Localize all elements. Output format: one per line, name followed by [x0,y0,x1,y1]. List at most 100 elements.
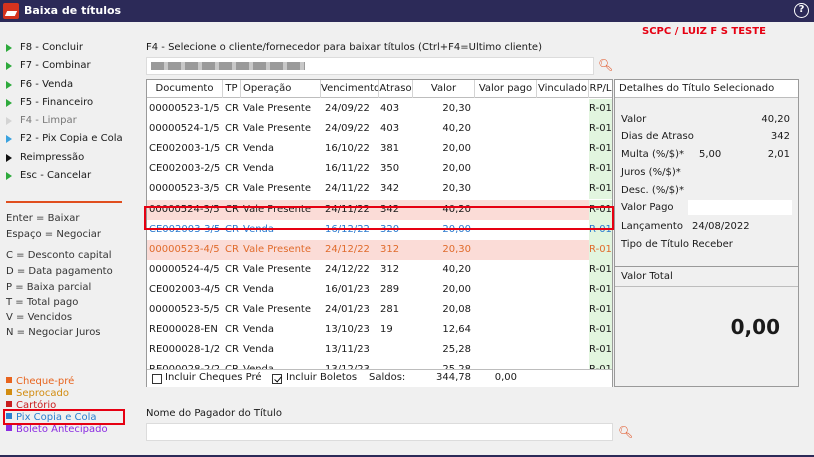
table-row[interactable]: 00000523-1/5 CR Vale Presente 24/09/22 403 20… [147,99,612,119]
detail-dias-label: Dias de Atraso [621,131,694,142]
arrow-icon [6,44,12,52]
cell-vinc [537,159,587,179]
cell-atraso: 289 [380,283,400,295]
col-atraso[interactable]: Atraso [379,80,413,98]
menu-item-venda[interactable]: F6 - Venda [6,76,136,94]
cell-vinc [537,260,587,280]
shortcut-c: C = Desconto capital [6,250,112,261]
cell-valor: 20,08 [442,304,471,315]
legend-cheque-pre: Cheque-pré [6,376,74,387]
legend-seprocado: Seprocado [6,388,69,399]
detail-lancamento: 24/08/2022 [692,221,750,232]
valor-pago-input[interactable] [688,200,792,215]
cell-atraso [380,340,413,360]
col-documento[interactable]: Documento [147,80,223,98]
table-row[interactable]: CE002003-4/5 CR Venda 16/01/23 289 20,00 R-01 [147,279,612,300]
detail-desc-label: Desc. (%/$)* [621,185,684,196]
incluir-boletos-checkbox[interactable] [272,374,282,384]
col-operacao[interactable]: Operação [241,80,321,98]
client-search-input[interactable] [146,57,594,75]
col-valor[interactable]: Valor [413,80,475,98]
titles-table: Documento TP Operação Vencimento Atraso … [146,79,613,387]
cell-rp: R-01 [589,279,612,300]
cell-tp: CR [225,243,239,255]
incluir-cheques-label[interactable]: Incluir Cheques Pré [165,372,262,383]
cell-op: Venda [243,163,275,175]
table-row[interactable]: 00000523-3/5 CR Vale Presente 24/11/22 342 20… [147,179,612,200]
menu-item-combinar[interactable]: F7 - Combinar [6,57,136,75]
legend-swatch [6,389,12,395]
cell-doc: 00000524-4/5 [149,263,220,275]
table-row[interactable]: RE000028-1/2 CR Venda 13/11/23 25,28 R-01 [147,340,612,361]
cell-tp: CR [225,324,239,336]
cell-atraso: 381 [380,143,400,155]
table-row[interactable]: 00000523-4/5 CR Vale Presente 24/12/22 312 20… [147,239,612,260]
payer-name-input[interactable] [146,423,613,441]
cell-pago [475,280,533,300]
cell-atraso: 281 [380,304,400,315]
saldos-label: Saldos: [369,372,406,383]
table-row[interactable]: 00000524-4/5 CR Vale Presente 24/12/22 312 40… [147,259,612,280]
cell-op: Vale Presente [243,123,311,135]
table-row[interactable]: CE002003-1/5 CR Venda 16/10/22 381 20,00 R-01 [147,139,612,160]
cell-tp: CR [225,123,239,135]
cell-doc: 00000524-1/5 [149,123,220,135]
cell-op: Vale Presente [243,183,311,195]
cell-rp: R-01 [589,340,612,361]
cell-venc: 13/11/23 [325,344,370,356]
table-header: Documento TP Operação Vencimento Atraso … [147,80,612,98]
search-icon[interactable]: 🔍︎ [598,58,613,72]
cell-valor: 40,20 [442,263,471,275]
cell-op: Vale Presente [243,263,311,275]
detail-multa-pct[interactable]: 5,00 [699,149,721,160]
incluir-cheques-checkbox[interactable] [152,374,162,384]
col-rpl[interactable]: RP/L [589,80,612,98]
table-row[interactable]: RE000028-EN CR Venda 13/10/23 19 12,64 R-01 [147,320,612,341]
cell-rp: R-01 [589,259,612,280]
cell-vinc [537,179,587,199]
cell-valor: 25,28 [442,344,471,356]
cell-tp: CR [225,103,239,114]
cell-rp: R-01 [589,99,612,119]
table-row[interactable]: 00000523-5/5 CR Vale Presente 24/01/23 281 20… [147,300,612,320]
cell-rp: R-01 [589,139,612,160]
cell-pago [475,99,533,119]
detail-multa-val[interactable]: 2,01 [768,149,790,160]
cell-vinc [537,99,587,119]
cell-pago [475,240,533,260]
cell-rp: R-01 [589,159,612,180]
incluir-boletos-label[interactable]: Incluir Boletos [286,372,357,383]
cell-valor: 20,00 [442,163,471,175]
col-valor-pago[interactable]: Valor pago [475,80,537,98]
menu-item-reimpressao[interactable]: Reimpressão [6,149,136,167]
cell-venc: 24/01/23 [325,304,370,315]
cell-vinc [537,300,587,320]
cell-rp: R-01 [589,320,612,341]
menu-item-financeiro[interactable]: F5 - Financeiro [6,94,136,112]
menu-item-concluir[interactable]: F8 - Concluir [6,39,136,57]
cell-pago [475,320,533,340]
cell-op: Venda [243,344,275,356]
cell-doc: RE000028-1/2 [149,344,221,356]
menu-item-limpar[interactable]: F4 - Limpar [6,112,136,130]
cell-doc: 00000523-1/5 [149,103,220,114]
cell-vinc [537,139,587,159]
cell-pago [475,260,533,280]
help-icon[interactable]: ? [794,3,809,18]
col-vencimento[interactable]: Vencimento [321,80,379,98]
shortcut-d: D = Data pagamento [6,266,113,277]
details-panel: Detalhes do Título Selecionado Valor 40,… [614,79,799,267]
menu-item-cancelar[interactable]: Esc - Cancelar [6,167,136,185]
cell-venc: 16/10/22 [325,143,370,155]
cell-pago [475,139,533,159]
menu-item-pix[interactable]: F2 - Pix Copia e Cola [6,130,136,148]
cell-venc: 24/11/22 [325,183,370,195]
cell-atraso: 312 [380,263,400,275]
cell-rp: R-01 [589,119,612,140]
col-vinculado[interactable]: Vinculado [537,80,589,98]
table-row[interactable]: 00000524-1/5 CR Vale Presente 24/09/22 403 40… [147,119,612,140]
payer-search-icon[interactable]: 🔍︎ [618,425,633,439]
col-tp[interactable]: TP [223,80,241,98]
title-bar: Baixa de títulos ? [0,0,814,22]
table-row[interactable]: CE002003-2/5 CR Venda 16/11/22 350 20,00 R-01 [147,159,612,180]
